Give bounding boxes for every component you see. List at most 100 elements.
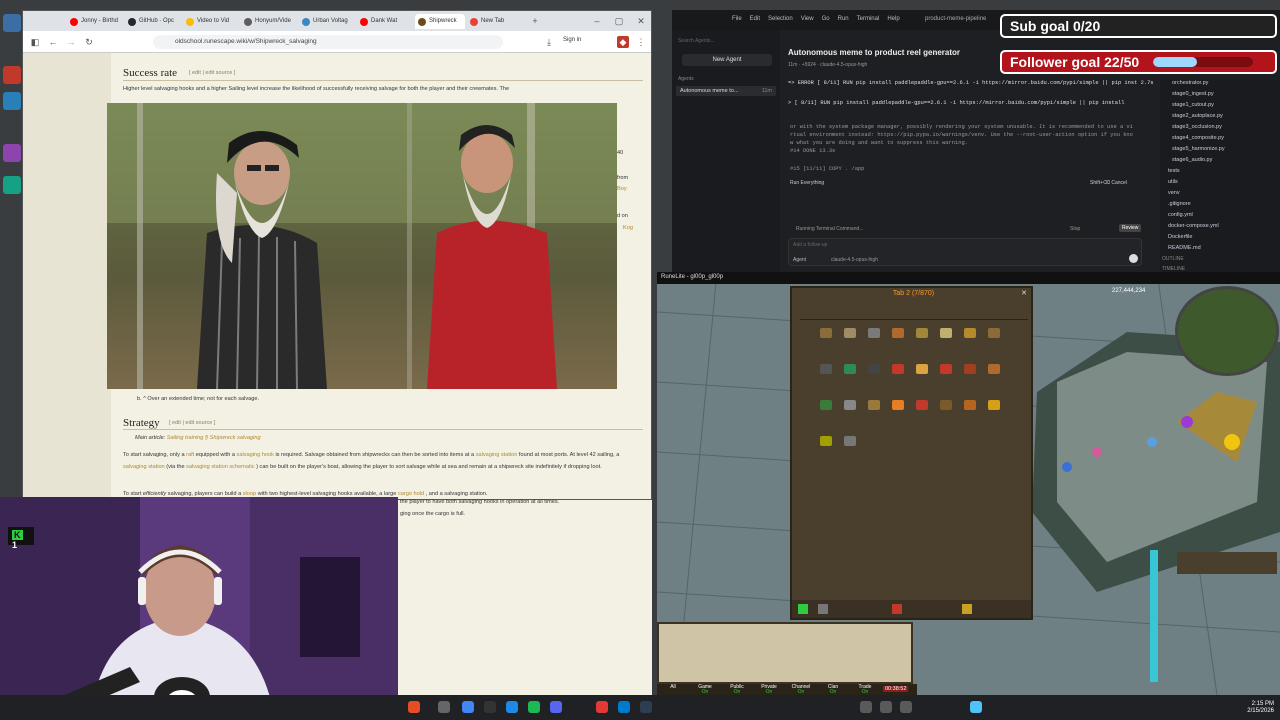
url-field[interactable]: oldschool.runescape.wiki/w/Shipwreck_sal…: [153, 35, 503, 49]
back-icon[interactable]: ←: [47, 36, 59, 48]
bank-item[interactable]: [988, 328, 1000, 338]
chat-tab-public[interactable]: Public On: [723, 685, 751, 695]
file-item[interactable]: config.yml: [1168, 212, 1193, 218]
new-agent-button[interactable]: New Agent: [682, 54, 772, 66]
folder-item[interactable]: utils: [1168, 179, 1178, 185]
main-article-link[interactable]: Sailing training § Shipwreck salvaging: [167, 435, 261, 441]
file-item[interactable]: stage6_audio.py: [1172, 157, 1212, 163]
bank-item[interactable]: [844, 364, 856, 374]
cancel-hint[interactable]: Shift+⌫ Cancel: [1090, 180, 1127, 186]
schematic-link[interactable]: salvaging station schematic: [186, 464, 254, 470]
chat-tab-clan[interactable]: Clan On: [819, 685, 847, 695]
chat-tab-all[interactable]: All: [659, 685, 687, 690]
menu-item[interactable]: Go: [822, 16, 830, 22]
chrome-icon[interactable]: [462, 701, 474, 713]
bank-item[interactable]: [964, 400, 976, 410]
sidebar-icon[interactable]: ◧: [29, 36, 41, 48]
run-everything-dropdown[interactable]: Run Everything: [790, 180, 824, 186]
file-item[interactable]: Dockerfile: [1168, 234, 1192, 240]
followup-input[interactable]: Add a follow-up Agent claude-4.5-opus-hi…: [788, 238, 1142, 266]
salvaging-station-link[interactable]: salvaging station: [476, 452, 518, 458]
tray-icon[interactable]: [880, 701, 892, 713]
browser-tab[interactable]: New Tab: [467, 14, 523, 29]
tray-icon[interactable]: [900, 701, 912, 713]
menu-item[interactable]: File: [732, 16, 742, 22]
menu-item[interactable]: View: [801, 16, 814, 22]
bank-tabs[interactable]: [800, 306, 1028, 320]
stop-button[interactable]: Stop: [1070, 226, 1080, 232]
desktop-app-icon[interactable]: [3, 92, 21, 110]
app-icon[interactable]: [408, 701, 420, 713]
minimize-icon[interactable]: –: [591, 15, 603, 27]
bank-option-icon[interactable]: [798, 604, 808, 614]
bank-option-icon[interactable]: [818, 604, 828, 614]
file-item[interactable]: .gitignore: [1168, 201, 1191, 207]
bank-item[interactable]: [892, 400, 904, 410]
agent-search-input[interactable]: Search Agents...: [678, 38, 774, 48]
browser-tab[interactable]: GitHub · Opc: [125, 14, 183, 29]
browser-tab-active[interactable]: Shipwreck: [415, 14, 465, 29]
folder-item[interactable]: tests: [1168, 168, 1180, 174]
tray-icon[interactable]: [970, 701, 982, 713]
maximize-icon[interactable]: ▢: [613, 15, 625, 27]
bank-item[interactable]: [940, 400, 952, 410]
file-explorer-icon[interactable]: [438, 701, 450, 713]
browser-tab[interactable]: Jonny - Birthd: [67, 14, 125, 29]
bank-item[interactable]: [892, 328, 904, 338]
bank-item[interactable]: [844, 400, 856, 410]
bank-item[interactable]: [820, 328, 832, 338]
file-item[interactable]: orchestrator.py: [1172, 80, 1208, 86]
chat-tab-trade[interactable]: Trade On: [851, 685, 879, 695]
bank-item[interactable]: [868, 364, 880, 374]
salvaging-hook-link[interactable]: salvaging hook: [237, 452, 274, 458]
side-link[interactable]: Kog: [623, 225, 633, 231]
desktop-app-icon[interactable]: [3, 66, 21, 84]
menu-icon[interactable]: ⋮: [635, 36, 647, 48]
bank-item[interactable]: [940, 364, 952, 374]
terminal-icon[interactable]: [640, 701, 652, 713]
extension-icon[interactable]: ◆: [617, 36, 629, 48]
spotify-icon[interactable]: [528, 701, 540, 713]
menu-item[interactable]: Terminal: [857, 16, 880, 22]
bank-item[interactable]: [820, 436, 832, 446]
browser-tab[interactable]: Video to Vid: [183, 14, 241, 29]
bank-option-icon[interactable]: [892, 604, 902, 614]
desktop-app-icon[interactable]: [3, 176, 21, 194]
bank-item[interactable]: [940, 328, 952, 338]
chat-tab-channel[interactable]: Channel On: [787, 685, 815, 695]
app-icon[interactable]: [506, 701, 518, 713]
close-icon[interactable]: ✕: [635, 15, 647, 27]
file-item[interactable]: stage3_occlusion.py: [1172, 124, 1222, 130]
file-item[interactable]: stage1_cutout.py: [1172, 102, 1214, 108]
file-item[interactable]: stage4_composite.py: [1172, 135, 1224, 141]
reload-icon[interactable]: ↻: [83, 36, 95, 48]
agent-list-item[interactable]: Autonomous meme to... 11m: [676, 86, 776, 96]
bank-item[interactable]: [988, 400, 1000, 410]
section-edit-link[interactable]: [ edit | edit source ]: [189, 70, 235, 76]
side-link[interactable]: Boy: [617, 186, 627, 192]
folder-item[interactable]: venv: [1168, 190, 1180, 196]
browser-tab[interactable]: Dank Wat: [357, 14, 415, 29]
model-select[interactable]: claude-4.5-opus-high: [831, 257, 878, 263]
send-icon[interactable]: [1129, 254, 1138, 263]
chat-tab-private[interactable]: Private On: [755, 685, 783, 695]
menu-item[interactable]: Selection: [768, 16, 793, 22]
cursor-icon[interactable]: [484, 701, 496, 713]
bank-item[interactable]: [964, 328, 976, 338]
download-icon[interactable]: ⤓: [543, 36, 555, 48]
desktop-app-icon[interactable]: [3, 144, 21, 162]
browser-tab[interactable]: Honyum/Vide: [241, 14, 299, 29]
menu-item[interactable]: Run: [838, 16, 849, 22]
chat-box[interactable]: [657, 622, 913, 684]
minimap[interactable]: [1175, 286, 1279, 376]
bank-item[interactable]: [964, 364, 976, 374]
file-item[interactable]: stage2_autoplace.py: [1172, 113, 1223, 119]
raft-link[interactable]: raft: [186, 452, 194, 458]
section-edit-link[interactable]: [ edit | edit source ]: [169, 420, 215, 426]
file-item[interactable]: stage5_harmonize.py: [1172, 146, 1225, 152]
file-item[interactable]: stage0_ingest.py: [1172, 91, 1214, 97]
bank-option-icon[interactable]: [962, 604, 972, 614]
bank-item[interactable]: [844, 436, 856, 446]
bank-item[interactable]: [892, 364, 904, 374]
salvaging-station-link[interactable]: salvaging station: [123, 464, 165, 470]
